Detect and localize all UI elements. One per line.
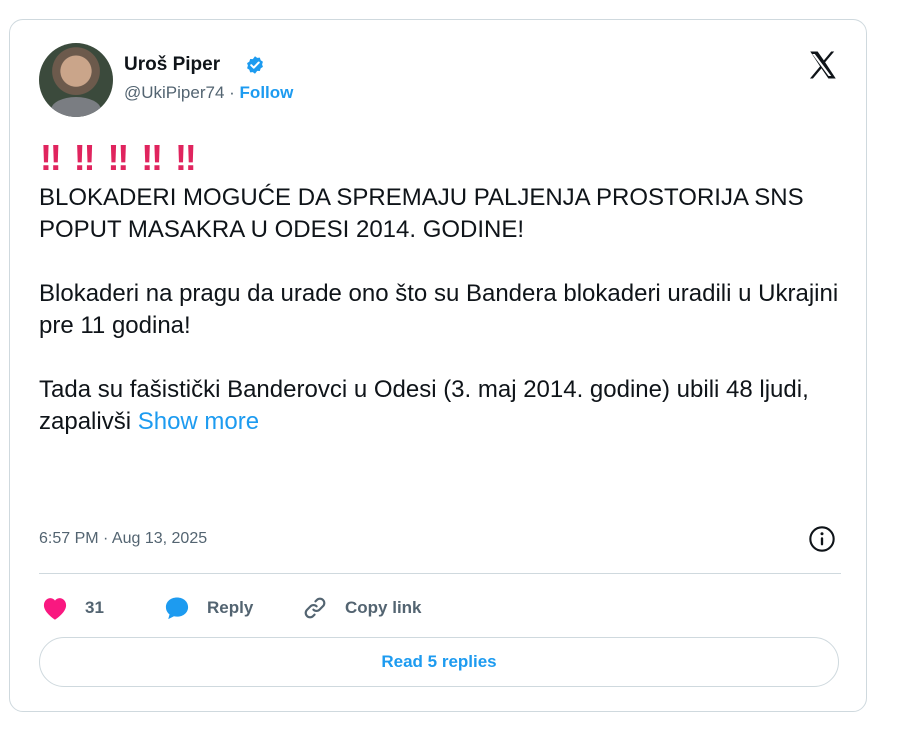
like-count: 31 xyxy=(85,598,104,617)
divider xyxy=(39,573,841,574)
copy-link-label: Copy link xyxy=(345,598,422,617)
x-logo-icon[interactable] xyxy=(806,48,840,82)
tweet-paragraph: Blokaderi na pragu da urade ono što su B… xyxy=(39,280,839,339)
copy-link-button[interactable]: Copy link xyxy=(301,593,422,623)
read-replies-button[interactable]: Read 5 replies xyxy=(39,637,839,687)
reply-button[interactable]: Reply xyxy=(163,593,253,623)
link-icon xyxy=(304,597,326,619)
reply-bubble-icon xyxy=(165,597,189,620)
read-replies-label: Read 5 replies xyxy=(381,652,497,671)
action-bar: 31 Reply Copy link xyxy=(39,593,839,623)
tweet-card: Uroš Piper @UkiPiper74 · Follow ‼ ‼ ‼ ‼ … xyxy=(9,19,867,712)
avatar[interactable] xyxy=(39,43,113,117)
emphasis-marks: ‼ ‼ ‼ ‼ ‼ xyxy=(40,137,198,178)
show-more-link[interactable]: Show more xyxy=(138,408,259,435)
follow-button[interactable]: Follow xyxy=(240,83,294,102)
tweet-text: BLOKADERI MOGUĆE DA SPREMAJU PALJENJA PR… xyxy=(39,182,854,438)
verified-badge-icon xyxy=(247,56,263,74)
author-name[interactable]: Uroš Piper xyxy=(124,54,220,76)
author-handle[interactable]: @UkiPiper74 xyxy=(124,83,224,102)
handle-row: @UkiPiper74 · Follow xyxy=(124,83,293,103)
tweet-timestamp[interactable]: 6:57 PM · Aug 13, 2025 xyxy=(39,530,207,548)
like-button[interactable]: 31 xyxy=(41,593,104,623)
tweet-paragraph: Tada su fašistički Banderovci u Odesi (3… xyxy=(39,374,854,438)
heart-icon xyxy=(43,598,67,620)
info-icon[interactable] xyxy=(808,525,836,553)
handle-separator: · xyxy=(229,83,235,102)
tweet-paragraph: BLOKADERI MOGUĆE DA SPREMAJU PALJENJA PR… xyxy=(39,184,804,243)
reply-label: Reply xyxy=(207,598,254,617)
